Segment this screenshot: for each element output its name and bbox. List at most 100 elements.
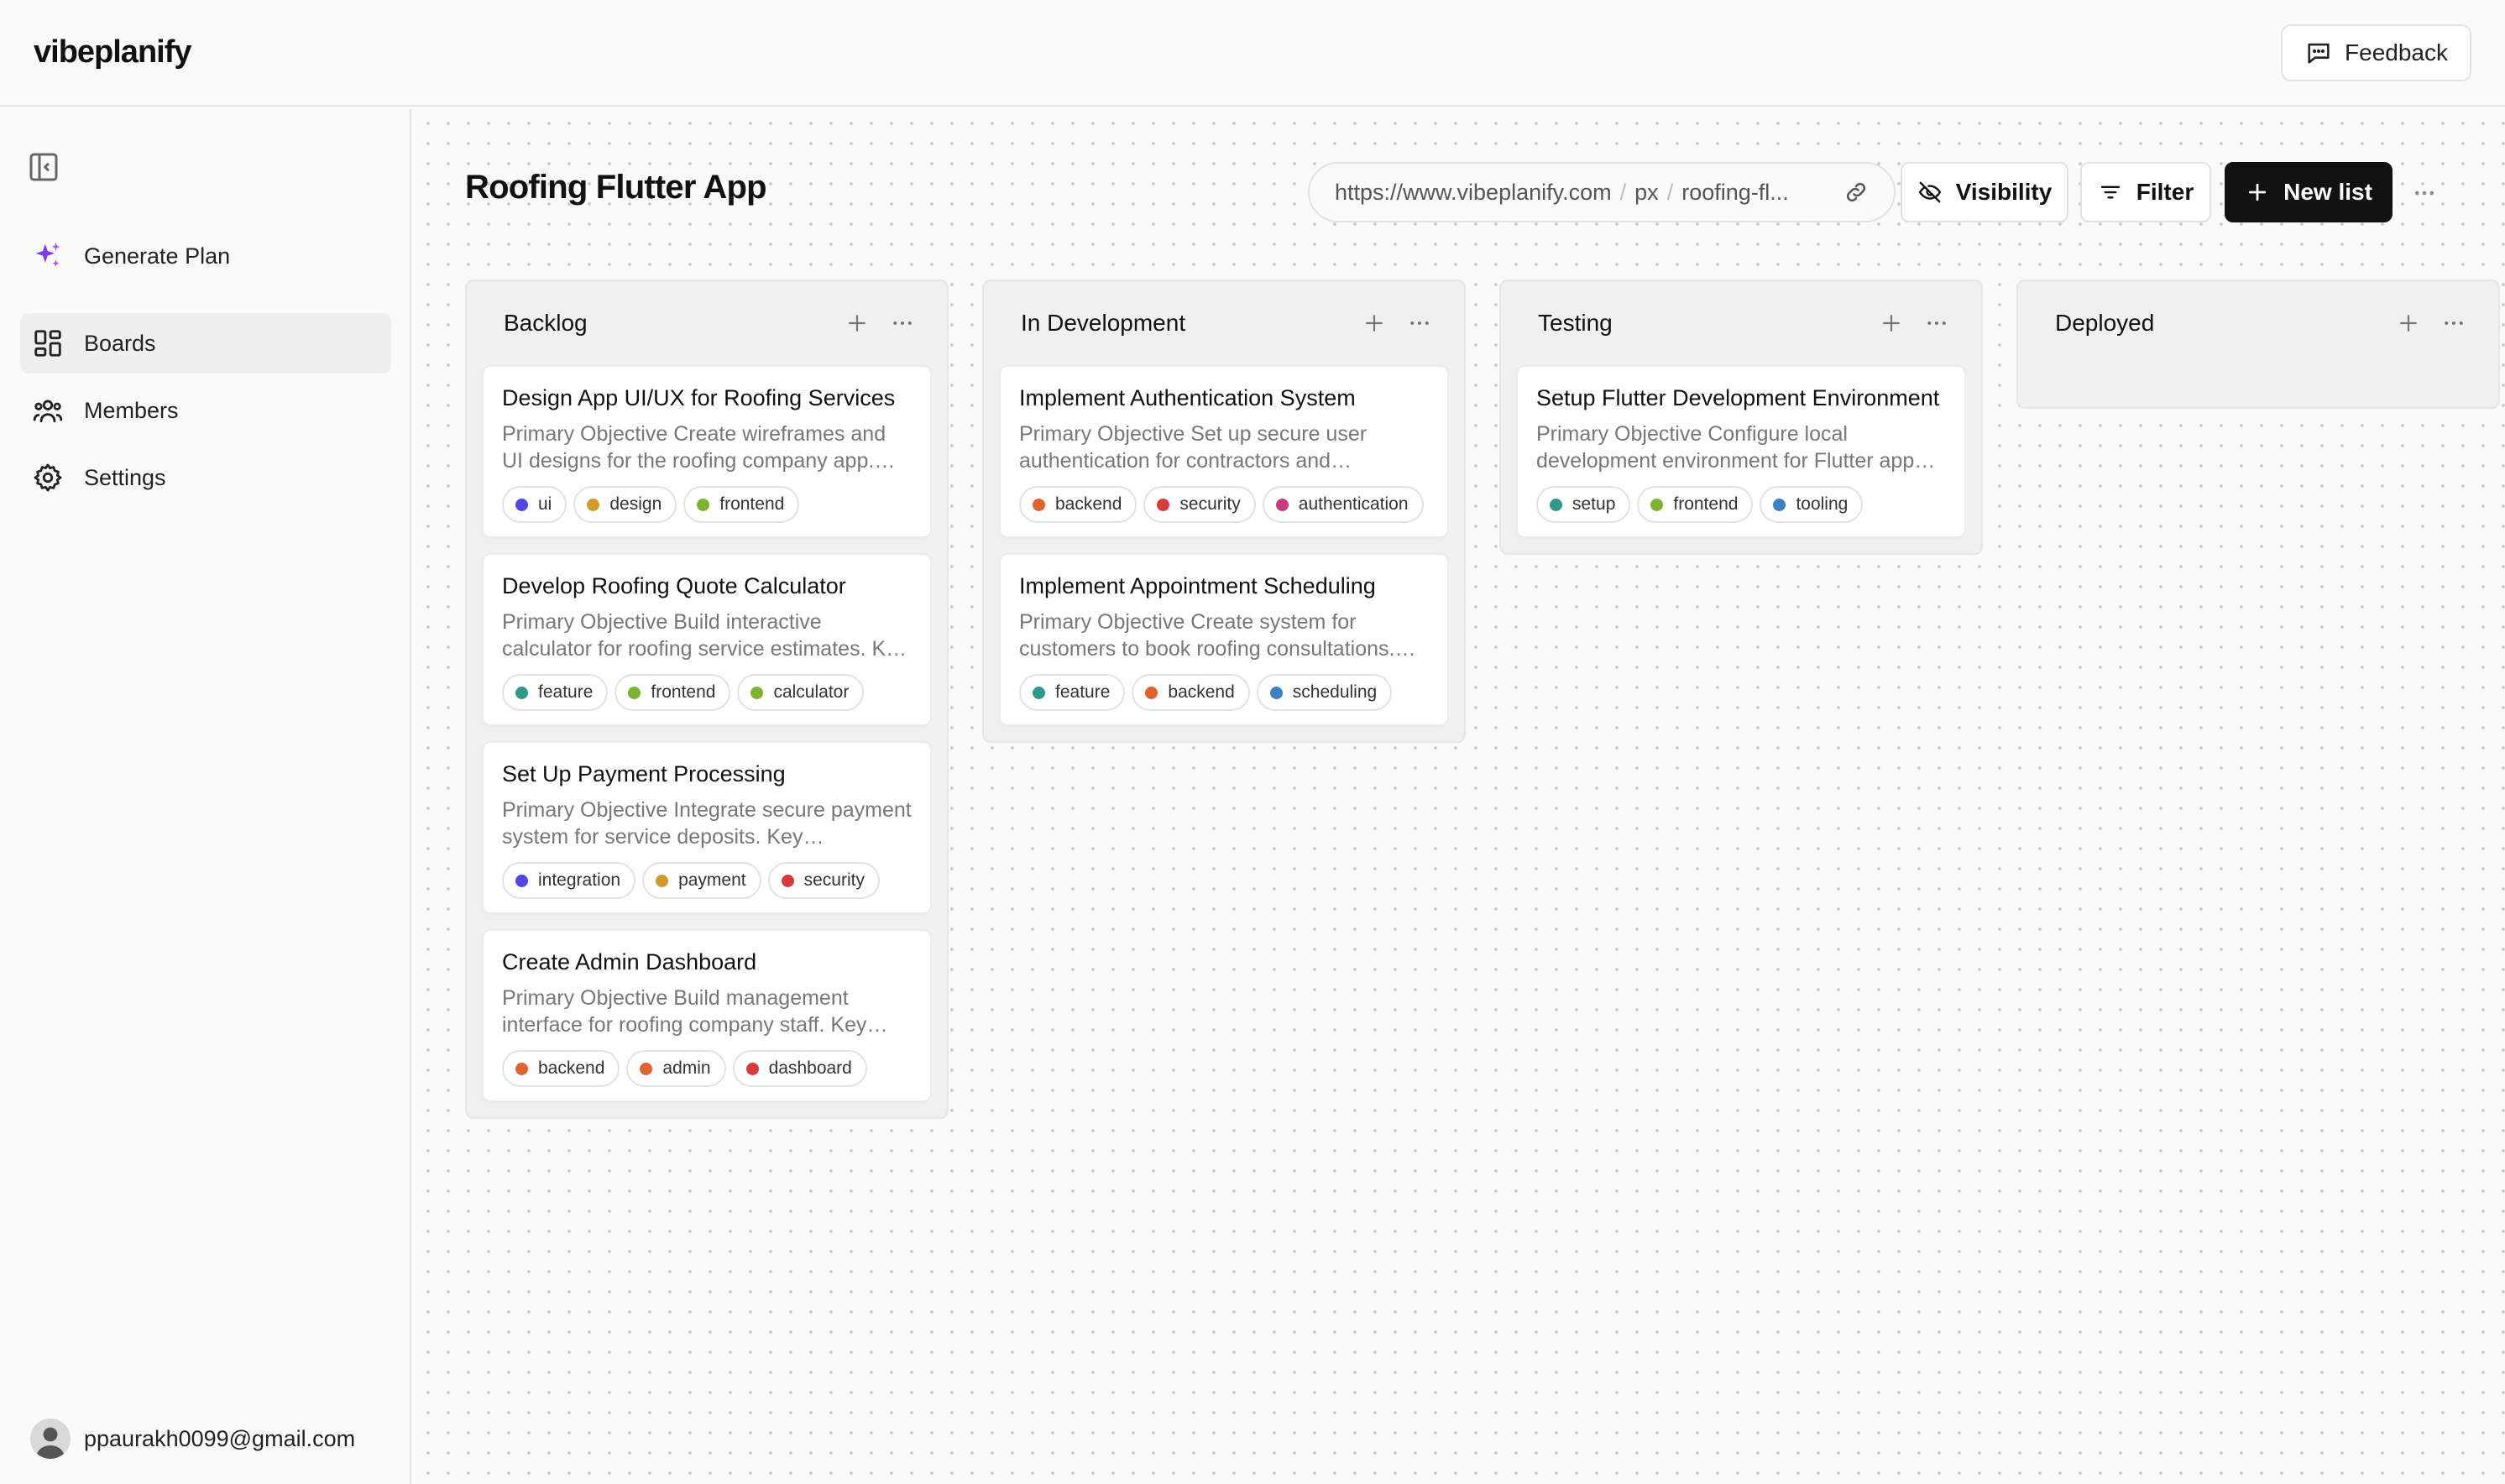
feedback-button[interactable]: Feedback (2281, 24, 2471, 81)
card-description: Primary Objective Build management inter… (502, 986, 867, 1037)
task-card[interactable]: Design App UI/UX for Roofing Services Pri… (482, 365, 932, 538)
visibility-button[interactable]: Visibility (1901, 162, 2068, 222)
tag-label: tooling (1796, 494, 1849, 514)
add-card-button[interactable] (1352, 300, 1397, 346)
tag-label: backend (538, 1058, 605, 1078)
tag-label: backend (1168, 682, 1235, 702)
copy-link-icon[interactable] (1843, 180, 1869, 205)
tag-badge[interactable]: backend (1019, 486, 1137, 523)
tag-label: frontend (651, 682, 716, 702)
tag-badge[interactable]: feature (1019, 674, 1126, 711)
tag-badge[interactable]: frontend (683, 486, 800, 523)
tag-color-dot (1033, 498, 1045, 511)
tag-label: feature (1055, 682, 1111, 702)
tag-label: calculator (773, 682, 850, 702)
sidebar-item-label: Members (84, 397, 179, 423)
tag-badge[interactable]: feature (502, 674, 609, 711)
chat-bubble-icon (2308, 43, 2330, 64)
card-tags: feature backend scheduling (1019, 674, 1429, 711)
tag-badge[interactable]: integration (502, 862, 636, 899)
tag-badge[interactable]: security (767, 862, 880, 899)
user-icon (30, 1419, 71, 1459)
tag-color-dot (1650, 498, 1664, 511)
task-card[interactable]: Implement Authentication System Primary O… (999, 365, 1449, 538)
tag-color-dot (781, 874, 794, 887)
list-menu-button[interactable] (1397, 300, 1442, 346)
url-segment: px (1634, 179, 1659, 205)
task-card[interactable]: Implement Appointment Scheduling Primary … (999, 553, 1449, 726)
tag-badge[interactable]: setup (1536, 486, 1631, 523)
add-card-button[interactable] (1869, 300, 1914, 346)
sidebar-item-generate-plan[interactable]: Generate Plan (20, 226, 391, 286)
task-card[interactable]: Set Up Payment Processing Primary Objecti… (482, 741, 932, 914)
add-card-button[interactable] (834, 300, 880, 346)
task-card[interactable]: Develop Roofing Quote Calculator Primary … (482, 553, 932, 726)
tag-color-dot (1550, 498, 1562, 511)
sidebar-item-settings[interactable]: Settings (20, 447, 391, 508)
tag-badge[interactable]: admin (626, 1050, 726, 1087)
plus-icon (2400, 315, 2417, 332)
url-separator: / (1666, 179, 1674, 205)
sidebar-item-boards[interactable]: Boards (20, 313, 391, 374)
tag-badge[interactable]: dashboard (732, 1050, 867, 1087)
list-testing: Testing Setup Flutter Development Enviro… (1499, 280, 1983, 555)
tag-badge[interactable]: payment (642, 862, 761, 899)
card-title: Design App UI/UX for Roofing Services (502, 385, 896, 410)
card-tags: setup frontend tooling (1536, 486, 1946, 523)
avatar (30, 1419, 71, 1459)
app-logo[interactable]: vibeplanify (34, 34, 191, 71)
card-description: Primary Objective Set up secure user aut… (1019, 422, 1368, 473)
plus-icon (1883, 315, 1900, 332)
plus-icon (2248, 183, 2267, 201)
list-header: Testing (1516, 281, 1966, 365)
task-card[interactable]: Setup Flutter Development Environment Pri… (1516, 365, 1966, 538)
card-tags: feature frontend calculator (502, 674, 912, 711)
tag-badge[interactable]: tooling (1760, 486, 1864, 523)
tag-badge[interactable]: authentication (1262, 486, 1424, 523)
more-horizontal-icon (1927, 321, 1946, 325)
tag-label: integration (538, 870, 621, 890)
new-list-button[interactable]: New list (2225, 162, 2393, 222)
tag-label: ui (538, 494, 552, 514)
tag-label: payment (678, 870, 746, 890)
tag-badge[interactable]: ui (502, 486, 567, 523)
tag-badge[interactable]: frontend (614, 674, 731, 711)
sidebar-item-label: Boards (84, 330, 156, 356)
tag-badge[interactable]: calculator (737, 674, 865, 711)
sparkles-icon (35, 243, 60, 267)
empty-list-area[interactable] (2033, 365, 2483, 392)
card-title: Create Admin Dashboard (502, 949, 757, 975)
task-card[interactable]: Create Admin Dashboard Primary Objective … (482, 929, 932, 1102)
list-menu-button[interactable] (2431, 300, 2476, 346)
members-icon (33, 400, 63, 423)
more-horizontal-icon (2445, 321, 2463, 325)
tag-badge[interactable]: backend (502, 1050, 620, 1087)
tag-color-dot (515, 498, 528, 511)
url-domain: https://www.vibeplanify.com (1335, 179, 1612, 205)
tag-color-dot (745, 1062, 759, 1075)
list-title: Testing (1538, 310, 1613, 336)
tag-badge[interactable]: security (1143, 486, 1256, 523)
card-description: Primary Objective Build interactive calc… (502, 610, 908, 661)
sidebar-item-members[interactable]: Members (20, 380, 391, 441)
board-url-breadcrumb[interactable]: https://www.vibeplanify.com / px / roofi… (1308, 162, 1896, 222)
filter-button[interactable]: Filter (2080, 162, 2211, 222)
tag-label: frontend (1673, 494, 1739, 514)
tag-badge[interactable]: scheduling (1256, 674, 1393, 711)
tag-badge[interactable]: frontend (1637, 486, 1754, 523)
tag-badge[interactable]: design (573, 486, 677, 523)
user-account[interactable]: ppaurakh0099@gmail.com (30, 1419, 355, 1459)
add-card-button[interactable] (2386, 300, 2431, 346)
list-menu-button[interactable] (880, 300, 925, 346)
list-header: Deployed (2033, 281, 2483, 365)
tag-label: security (803, 870, 865, 890)
list-title: Deployed (2055, 310, 2155, 336)
tag-label: authentication (1298, 494, 1409, 514)
sidebar-collapse-icon[interactable] (27, 150, 60, 184)
card-description: Primary Objective Create system for cust… (1019, 610, 1395, 661)
more-options-icon[interactable] (2408, 180, 2441, 206)
tag-badge[interactable]: backend (1132, 674, 1250, 711)
sidebar-nav: Generate Plan Boards Members Settings (20, 226, 391, 515)
tag-label: security (1179, 494, 1241, 514)
list-menu-button[interactable] (1914, 300, 1959, 346)
